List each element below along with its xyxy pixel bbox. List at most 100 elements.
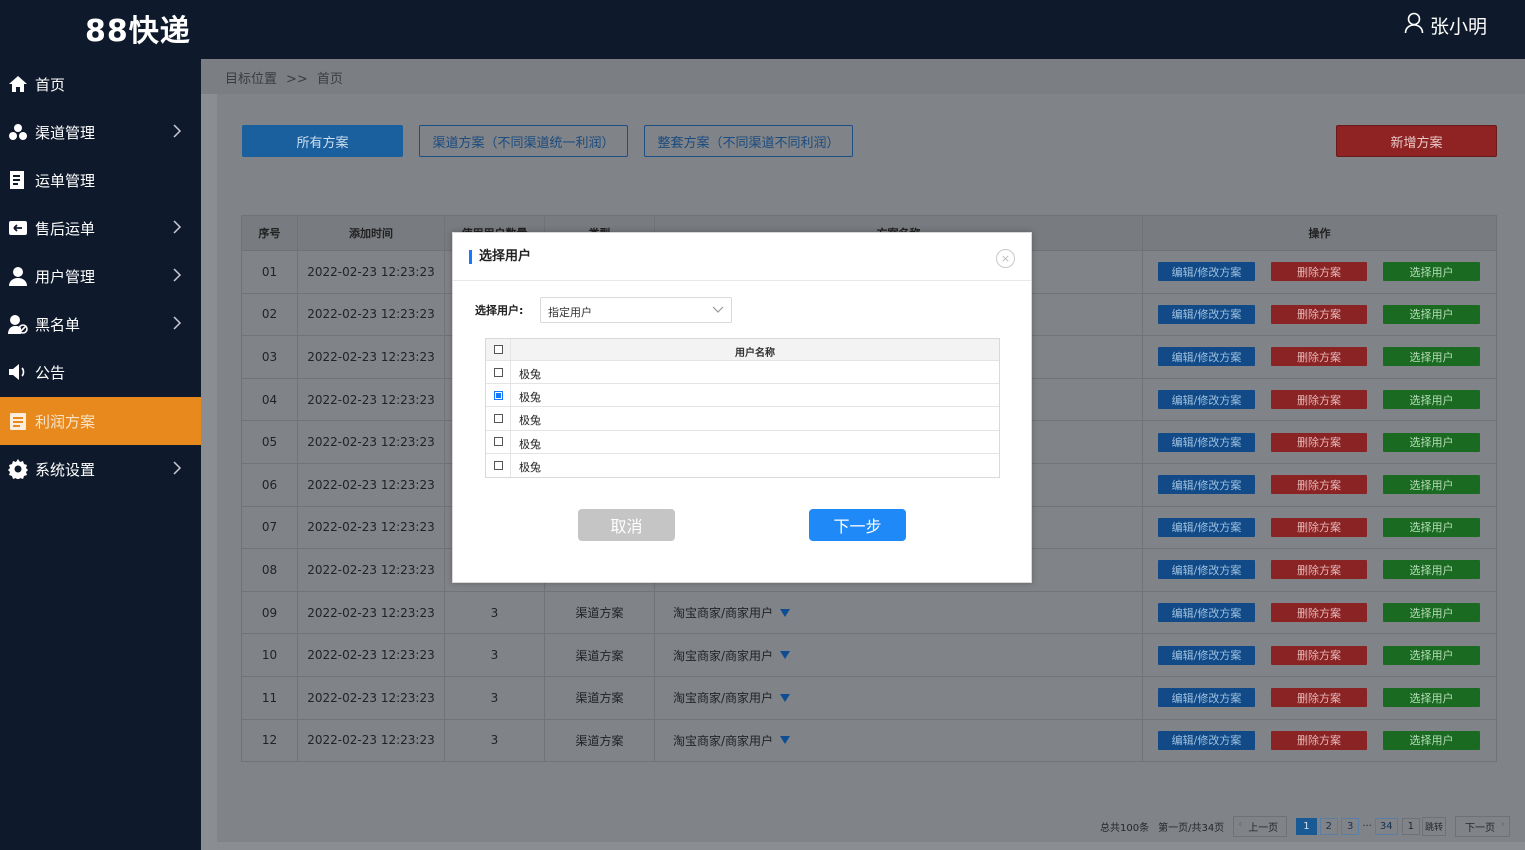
- select-user-button[interactable]: 选择用户: [1383, 304, 1480, 324]
- delete-plan-button[interactable]: 删除方案: [1271, 517, 1367, 537]
- edit-plan-button[interactable]: 编辑/修改方案: [1158, 645, 1255, 665]
- table-row: 12 2022-02-23 12:23:23 3 渠道方案 淘宝商家/商家用户 编辑/修改…: [242, 719, 1496, 763]
- sidebar-item-settings[interactable]: 系统设置: [0, 445, 201, 493]
- chevron-right-icon: ›: [1500, 819, 1505, 830]
- select-user-button[interactable]: 选择用户: [1383, 730, 1480, 750]
- select-user-button[interactable]: 选择用户: [1383, 432, 1480, 452]
- add-plan-button[interactable]: 新增方案: [1336, 125, 1497, 157]
- user-list-row[interactable]: 极兔: [486, 407, 999, 431]
- sidebar-item-home[interactable]: 首页: [0, 60, 201, 108]
- channel-plans-button[interactable]: 渠道方案（不同渠道统一利润）: [419, 125, 628, 157]
- edit-plan-button[interactable]: 编辑/修改方案: [1158, 262, 1255, 282]
- breadcrumb-root[interactable]: 目标位置: [225, 72, 277, 87]
- page-34[interactable]: 34: [1374, 818, 1398, 835]
- chevron-right-icon: [173, 316, 182, 330]
- select-user-button[interactable]: 选择用户: [1383, 517, 1480, 537]
- select-user-button[interactable]: 选择用户: [1383, 262, 1480, 282]
- dropdown-triangle-icon[interactable]: [780, 651, 791, 660]
- edit-plan-button[interactable]: 编辑/修改方案: [1158, 390, 1255, 410]
- dropdown-triangle-icon[interactable]: [780, 693, 791, 702]
- edit-plan-button[interactable]: 编辑/修改方案: [1158, 304, 1255, 324]
- cell-time: 2022-02-23 12:23:23: [298, 378, 445, 421]
- edit-plan-button[interactable]: 编辑/修改方案: [1158, 603, 1255, 623]
- prev-page-button[interactable]: ‹ 上一页: [1233, 816, 1288, 837]
- select-user-button[interactable]: 选择用户: [1383, 475, 1480, 495]
- jump-button[interactable]: 跳转: [1421, 817, 1446, 836]
- chevron-right-icon: [173, 461, 182, 475]
- delete-plan-button[interactable]: 删除方案: [1271, 304, 1367, 324]
- user-checkbox[interactable]: [493, 413, 503, 423]
- cancel-button[interactable]: 取消: [578, 509, 675, 541]
- cell-no: 12: [242, 719, 298, 762]
- dropdown-triangle-icon[interactable]: [780, 736, 791, 745]
- user-checkbox[interactable]: [493, 390, 503, 400]
- select-user-button[interactable]: 选择用户: [1383, 688, 1480, 708]
- user-list-row[interactable]: 极兔: [486, 384, 999, 408]
- edit-plan-button[interactable]: 编辑/修改方案: [1158, 560, 1255, 580]
- user-menu[interactable]: 张小明: [1404, 12, 1487, 39]
- delete-plan-button[interactable]: 删除方案: [1271, 475, 1367, 495]
- edit-plan-button[interactable]: 编辑/修改方案: [1158, 517, 1255, 537]
- sidebar-item-notice[interactable]: 公告: [0, 348, 201, 396]
- edit-plan-button[interactable]: 编辑/修改方案: [1158, 432, 1255, 452]
- package-plans-button[interactable]: 整套方案（不同渠道不同利润）: [644, 125, 853, 157]
- delete-plan-button[interactable]: 删除方案: [1271, 262, 1367, 282]
- user-checkbox[interactable]: [493, 437, 503, 447]
- dialog-title: 选择用户: [469, 250, 531, 264]
- select-user-button[interactable]: 选择用户: [1383, 560, 1480, 580]
- sidebar-item-blacklist[interactable]: 黑名单: [0, 300, 201, 348]
- close-icon[interactable]: ×: [996, 249, 1015, 268]
- user-list-row[interactable]: 极兔: [486, 430, 999, 454]
- sidebar-item-waybill[interactable]: 运单管理: [0, 156, 201, 204]
- user-checkbox[interactable]: [493, 460, 503, 470]
- edit-plan-button[interactable]: 编辑/修改方案: [1158, 688, 1255, 708]
- user-type-select[interactable]: 指定用户: [540, 297, 732, 323]
- cell-type: 渠道方案: [545, 719, 655, 762]
- sidebar-item-channel[interactable]: 渠道管理: [0, 108, 201, 156]
- page-1[interactable]: 1: [1296, 818, 1317, 835]
- cell-ops: 编辑/修改方案 删除方案 选择用户: [1143, 379, 1496, 421]
- delete-plan-button[interactable]: 删除方案: [1271, 347, 1367, 367]
- select-all-checkbox[interactable]: [493, 345, 503, 354]
- select-user-button[interactable]: 选择用户: [1383, 347, 1480, 367]
- cell-ops: 编辑/修改方案 删除方案 选择用户: [1143, 720, 1496, 762]
- dropdown-triangle-icon[interactable]: [780, 608, 791, 617]
- next-page-button[interactable]: 下一页 ›: [1454, 816, 1510, 837]
- cell-name[interactable]: 淘宝商家/商家用户: [655, 634, 1143, 676]
- select-user-button[interactable]: 选择用户: [1383, 603, 1480, 623]
- cell-name[interactable]: 淘宝商家/商家用户: [655, 719, 1143, 762]
- cell-name[interactable]: 淘宝商家/商家用户: [655, 591, 1143, 634]
- next-step-button[interactable]: 下一步: [809, 509, 906, 541]
- header-ops: 操作: [1308, 227, 1331, 240]
- edit-plan-button[interactable]: 编辑/修改方案: [1158, 475, 1255, 495]
- cell-type: 渠道方案: [545, 634, 655, 676]
- user-type-select-value: 指定用户: [548, 306, 592, 319]
- select-user-button[interactable]: 选择用户: [1383, 645, 1480, 665]
- edit-plan-button[interactable]: 编辑/修改方案: [1158, 730, 1255, 750]
- cell-name[interactable]: 淘宝商家/商家用户: [655, 677, 1143, 719]
- delete-plan-button[interactable]: 删除方案: [1271, 730, 1367, 750]
- all-plans-button[interactable]: 所有方案: [242, 125, 403, 157]
- delete-plan-button[interactable]: 删除方案: [1271, 688, 1367, 708]
- delete-plan-button[interactable]: 删除方案: [1271, 603, 1367, 623]
- speaker-icon: [8, 362, 28, 382]
- page-2[interactable]: 2: [1319, 818, 1338, 835]
- table-row: 09 2022-02-23 12:23:23 3 渠道方案 淘宝商家/商家用户 编辑/修改…: [242, 591, 1496, 635]
- user-list-row[interactable]: 极兔: [486, 361, 999, 385]
- delete-plan-button[interactable]: 删除方案: [1271, 560, 1367, 580]
- select-user-button[interactable]: 选择用户: [1383, 390, 1480, 410]
- sidebar-item-profit[interactable]: 利润方案: [0, 397, 201, 445]
- delete-plan-button[interactable]: 删除方案: [1271, 390, 1367, 410]
- waybill-icon: [8, 170, 28, 190]
- user-list-row[interactable]: 极兔: [486, 453, 999, 477]
- delete-plan-button[interactable]: 删除方案: [1271, 432, 1367, 452]
- chevron-right-icon: [173, 124, 182, 138]
- sidebar-item-users[interactable]: 用户管理: [0, 252, 201, 300]
- edit-plan-button[interactable]: 编辑/修改方案: [1158, 347, 1255, 367]
- jump-page-input[interactable]: 1: [1401, 818, 1420, 835]
- user-checkbox[interactable]: [493, 367, 503, 377]
- sidebar-item-aftersale[interactable]: 售后运单: [0, 204, 201, 252]
- delete-plan-button[interactable]: 删除方案: [1271, 645, 1367, 665]
- page-3[interactable]: 3: [1340, 818, 1360, 835]
- cell-time: 2022-02-23 12:23:23: [298, 719, 445, 762]
